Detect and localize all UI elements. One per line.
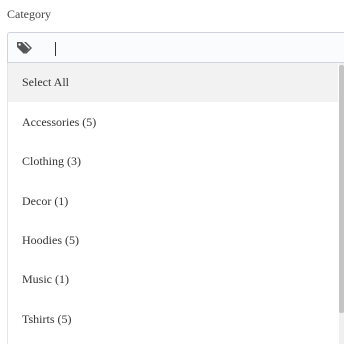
dropdown-scrollbar[interactable] [339, 63, 344, 344]
category-select-input[interactable] [7, 32, 344, 63]
option-hoodies[interactable]: Hoodies (5) [8, 221, 338, 260]
option-clothing[interactable]: Clothing (3) [8, 142, 338, 181]
category-dropdown-list: Select All Accessories (5) Clothing (3) … [7, 63, 344, 344]
category-field-label: Category [7, 7, 51, 21]
text-cursor [55, 42, 56, 56]
option-select-all[interactable]: Select All [8, 63, 338, 102]
scrollbar-thumb[interactable] [339, 65, 344, 313]
option-tshirts[interactable]: Tshirts (5) [8, 300, 338, 339]
option-music[interactable]: Music (1) [8, 260, 338, 299]
tags-icon [16, 40, 34, 56]
option-decor[interactable]: Decor (1) [8, 182, 338, 221]
option-accessories[interactable]: Accessories (5) [8, 103, 338, 142]
